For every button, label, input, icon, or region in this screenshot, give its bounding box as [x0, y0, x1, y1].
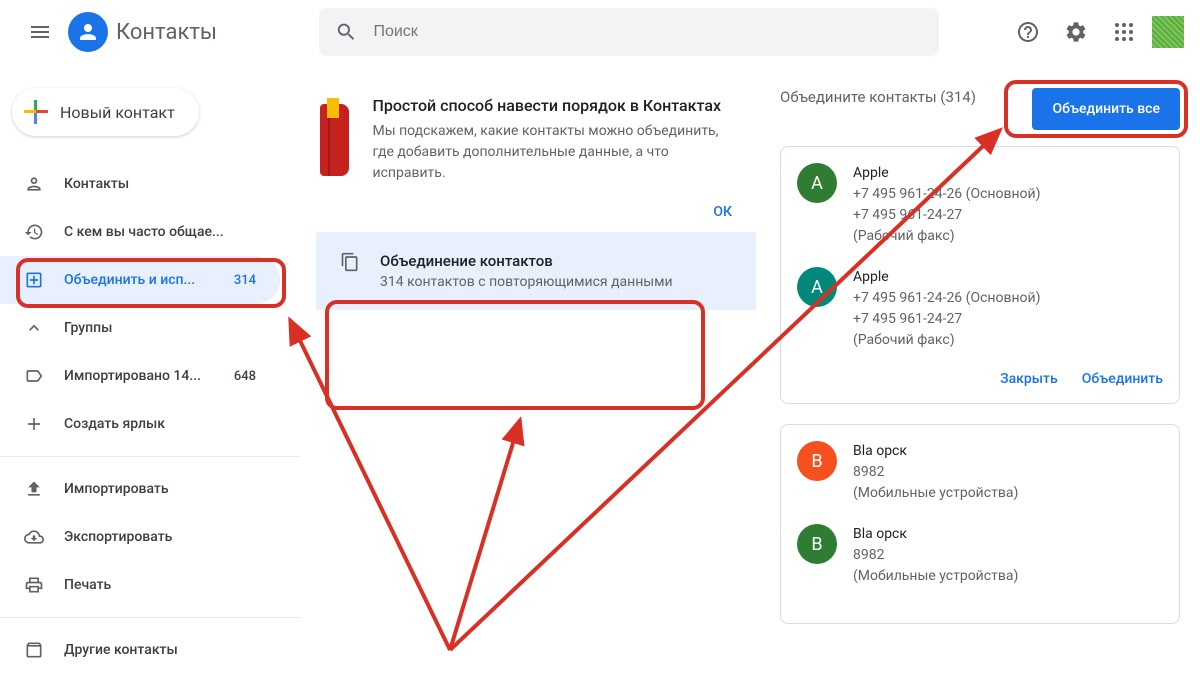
- tidy-title: Простой способ навести порядок в Контакт…: [373, 96, 741, 115]
- duplicate-card: A Apple +7 495 961-24-26 (Основной) +7 4…: [780, 146, 1180, 404]
- settings-button[interactable]: [1056, 12, 1096, 52]
- divider: [0, 617, 300, 618]
- contact-row: B Bla орск 8982 (Мобильные устройства): [797, 441, 1163, 504]
- merge-card-description: 314 контактов с повторяющимися данными: [380, 274, 673, 290]
- contact-phone: +7 495 961-24-27: [853, 309, 1040, 330]
- history-icon: [24, 222, 44, 242]
- sidebar-item-import[interactable]: Импортировать: [0, 465, 280, 513]
- account-avatar[interactable]: [1152, 16, 1184, 48]
- nav-count: 648: [234, 369, 256, 384]
- sidebar: Новый контакт Контакты С кем вы часто об…: [0, 64, 300, 671]
- contact-avatar: B: [797, 441, 837, 481]
- sidebar-item-merge-fix[interactable]: Объединить и исп... 314: [0, 256, 280, 304]
- sidebar-item-print[interactable]: Печать: [0, 561, 280, 609]
- upload-icon: [24, 479, 44, 499]
- nav-count: 314: [234, 273, 256, 288]
- divider: [0, 456, 300, 457]
- print-icon: [24, 575, 44, 595]
- contact-avatar: A: [797, 163, 837, 203]
- copy-icon: [340, 252, 360, 276]
- nav-label: Экспортировать: [64, 529, 256, 545]
- merge-fix-icon: [24, 270, 44, 290]
- plus-multicolor-icon: [24, 100, 48, 124]
- nav-label: Печать: [64, 577, 256, 593]
- contacts-logo: [68, 12, 108, 52]
- nav-label: Создать ярлык: [64, 416, 256, 432]
- help-button[interactable]: [1008, 12, 1048, 52]
- help-icon: [1016, 20, 1040, 44]
- chevron-up-icon: [24, 318, 44, 338]
- gear-icon: [1064, 20, 1088, 44]
- tidy-info-card: Простой способ навести порядок в Контакт…: [316, 88, 756, 192]
- cloud-download-icon: [24, 527, 44, 547]
- search-icon: [335, 20, 357, 44]
- contact-phone-type: (Рабочий факс): [853, 226, 1040, 247]
- duplicate-card: B Bla орск 8982 (Мобильные устройства) B…: [780, 424, 1180, 624]
- apps-grid-icon: [1112, 20, 1136, 44]
- contact-avatar: A: [797, 267, 837, 307]
- contact-name: Bla орск: [853, 524, 1018, 545]
- nav-label: С кем вы часто общае...: [64, 224, 256, 240]
- contact-name: Bla орск: [853, 441, 1018, 462]
- contact-phone: 8982: [853, 545, 1018, 566]
- contact-phone: +7 495 961-24-26 (Основной): [853, 288, 1040, 309]
- sidebar-item-groups[interactable]: Группы: [0, 304, 280, 352]
- contact-phone: 8982: [853, 462, 1018, 483]
- contact-name: Apple: [853, 267, 1040, 288]
- contact-phone: +7 495 961-24-26 (Основной): [853, 184, 1040, 205]
- sidebar-item-contacts[interactable]: Контакты: [0, 160, 280, 208]
- merge-header-text: Объедините контакты (314): [780, 88, 976, 106]
- tidy-description: Мы подскажем, какие контакты можно объед…: [373, 121, 741, 184]
- merge-button[interactable]: Объединить: [1082, 371, 1163, 387]
- nav-label: Контакты: [64, 176, 256, 192]
- merge-card-title: Объединение контактов: [380, 252, 673, 270]
- search-box[interactable]: [319, 8, 939, 56]
- plus-icon: [24, 414, 44, 434]
- contact-row: A Apple +7 495 961-24-26 (Основной) +7 4…: [797, 163, 1163, 247]
- new-contact-label: Новый контакт: [60, 103, 175, 122]
- nav-label: Импортировано 14...: [64, 368, 214, 384]
- contact-row: B Bla орск 8982 (Мобильные устройства): [797, 524, 1163, 587]
- app-title: Контакты: [116, 20, 217, 45]
- ok-button[interactable]: ОК: [316, 192, 756, 232]
- person-outline-icon: [24, 174, 44, 194]
- new-contact-button[interactable]: Новый контакт: [12, 88, 199, 136]
- nav-label: Импортировать: [64, 481, 256, 497]
- search-input[interactable]: [373, 23, 923, 41]
- contact-row: A Apple +7 495 961-24-26 (Основной) +7 4…: [797, 267, 1163, 351]
- archive-icon: [24, 640, 44, 660]
- sidebar-item-frequent[interactable]: С кем вы часто общае...: [0, 208, 280, 256]
- label-icon: [24, 366, 44, 386]
- merge-duplicates-card[interactable]: Объединение контактов 314 контактов с по…: [316, 232, 756, 310]
- merge-all-button[interactable]: Объединить все: [1032, 88, 1180, 130]
- sidebar-item-other-contacts[interactable]: Другие контакты: [0, 626, 280, 674]
- book-icon: [320, 104, 349, 176]
- sidebar-item-export[interactable]: Экспортировать: [0, 513, 280, 561]
- sidebar-item-imported-label[interactable]: Импортировано 14... 648: [0, 352, 280, 400]
- nav-label: Объединить и исп...: [64, 272, 214, 288]
- close-button[interactable]: Закрыть: [1000, 371, 1058, 387]
- hamburger-menu-button[interactable]: [16, 8, 64, 56]
- person-icon: [76, 20, 100, 44]
- nav-label: Другие контакты: [64, 642, 256, 658]
- sidebar-item-create-label[interactable]: Создать ярлык: [0, 400, 280, 448]
- contact-phone-type: (Мобильные устройства): [853, 566, 1018, 587]
- nav-label: Группы: [64, 320, 256, 336]
- contact-phone-type: (Рабочий факс): [853, 330, 1040, 351]
- contact-name: Apple: [853, 163, 1040, 184]
- menu-icon: [28, 20, 52, 44]
- apps-button[interactable]: [1104, 12, 1144, 52]
- contact-phone-type: (Мобильные устройства): [853, 483, 1018, 504]
- contact-avatar: B: [797, 524, 837, 564]
- contact-phone: +7 495 961-24-27: [853, 205, 1040, 226]
